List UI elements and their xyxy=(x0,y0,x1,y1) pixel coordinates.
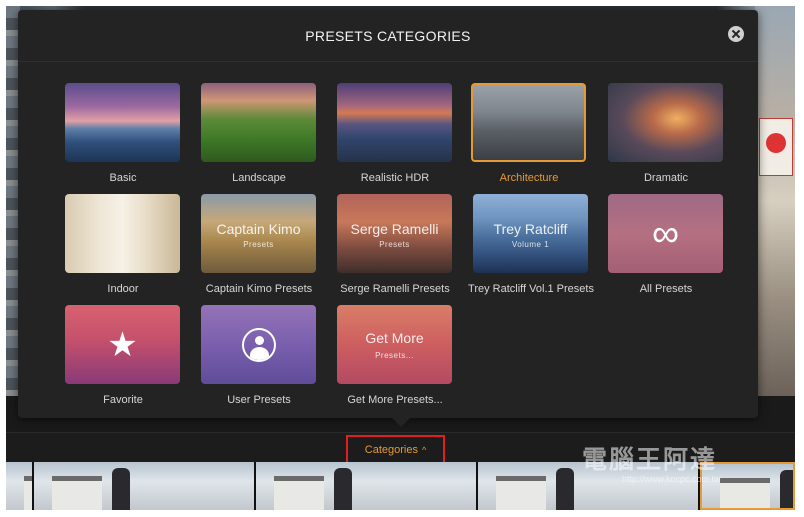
category-thumbnail: ∞ xyxy=(608,194,723,273)
user-icon xyxy=(241,327,276,362)
category-label: Trey Ratcliff Vol.1 Presets xyxy=(468,283,594,295)
category-get-more-presets[interactable]: Get More Presets... Get More Presets... xyxy=(327,305,463,415)
category-realistic-hdr[interactable]: Realistic HDR xyxy=(327,83,463,193)
category-dramatic[interactable]: Dramatic xyxy=(598,83,734,193)
thumbnail-subtitle: Presets... xyxy=(375,351,414,360)
thumbnail-subtitle: Volume 1 xyxy=(511,240,550,249)
category-trey-ratcliff-presets[interactable]: Trey Ratcliff Volume 1 Trey Ratcliff Vol… xyxy=(463,194,599,304)
watermark-logo: 電腦王阿達 xyxy=(582,446,718,474)
presets-categories-dialog: PRESETS CATEGORIES Basic Landscape Reali… xyxy=(18,10,758,427)
star-icon: ★ xyxy=(107,325,138,364)
category-basic[interactable]: Basic xyxy=(55,83,191,193)
thumbnail-title: Captain Kimo xyxy=(216,221,301,237)
background-right-strip xyxy=(755,6,795,396)
app-window: PRESETS CATEGORIES Basic Landscape Reali… xyxy=(6,6,795,510)
category-thumbnail xyxy=(65,83,180,162)
category-landscape[interactable]: Landscape xyxy=(191,83,327,193)
thumbnail-title: Trey Ratcliff xyxy=(493,221,568,237)
filmstrip-thumbnail[interactable] xyxy=(34,462,254,510)
infinity-icon: ∞ xyxy=(651,212,680,255)
category-thumbnail xyxy=(471,83,586,162)
category-label: User Presets xyxy=(227,394,291,406)
category-label: Dramatic xyxy=(643,172,688,184)
dialog-header: PRESETS CATEGORIES xyxy=(18,10,758,62)
category-architecture[interactable]: Architecture xyxy=(461,83,597,193)
close-icon[interactable] xyxy=(728,26,744,42)
thumbnail-subtitle: Presets xyxy=(379,240,410,249)
category-label: Landscape xyxy=(232,172,286,184)
category-label: Architecture xyxy=(499,172,559,184)
category-label: Basic xyxy=(109,172,137,184)
watermark-url: http://www.kocpc.com.tw xyxy=(622,474,721,484)
chevron-up-icon: ^ xyxy=(421,444,427,455)
thumbnail-subtitle: Presets xyxy=(243,240,274,249)
category-label: Serge Ramelli Presets xyxy=(340,283,450,295)
category-thumbnail xyxy=(65,194,180,273)
category-user-presets[interactable]: User Presets xyxy=(191,305,327,415)
categories-button[interactable]: Categories ^ xyxy=(346,435,445,464)
category-label: Favorite xyxy=(103,394,143,406)
category-thumbnail xyxy=(337,83,452,162)
category-label: All Presets xyxy=(639,283,693,295)
category-thumbnail xyxy=(201,305,316,384)
thumbnail-title: Get More xyxy=(365,330,424,346)
category-label: Indoor xyxy=(107,283,139,295)
categories-label: Categories xyxy=(364,443,418,456)
category-thumbnail: ★ xyxy=(65,305,180,384)
category-all-presets[interactable]: ∞ All Presets xyxy=(598,194,734,304)
category-thumbnail xyxy=(201,83,316,162)
category-thumbnail: Trey Ratcliff Volume 1 xyxy=(473,194,588,273)
category-favorite[interactable]: ★ Favorite xyxy=(55,305,191,415)
thumbnail-title: Serge Ramelli xyxy=(350,221,439,237)
category-label: Captain Kimo Presets xyxy=(205,283,313,295)
dialog-pointer xyxy=(391,417,411,427)
category-serge-ramelli-presets[interactable]: Serge Ramelli Presets Serge Ramelli Pres… xyxy=(327,194,463,304)
background-sign xyxy=(759,118,793,176)
category-thumbnail xyxy=(608,83,723,162)
dialog-title: PRESETS CATEGORIES xyxy=(305,28,471,44)
category-thumbnail: Serge Ramelli Presets xyxy=(337,194,452,273)
category-label: Get More Presets... xyxy=(347,394,443,406)
category-thumbnail: Captain Kimo Presets xyxy=(201,194,316,273)
filmstrip-thumbnail[interactable] xyxy=(6,462,32,510)
category-captain-kimo-presets[interactable]: Captain Kimo Presets Captain Kimo Preset… xyxy=(191,194,327,304)
category-thumbnail: Get More Presets... xyxy=(337,305,452,384)
category-indoor[interactable]: Indoor xyxy=(55,194,191,304)
filmstrip-thumbnail[interactable] xyxy=(256,462,476,510)
category-label: Realistic HDR xyxy=(360,172,430,184)
